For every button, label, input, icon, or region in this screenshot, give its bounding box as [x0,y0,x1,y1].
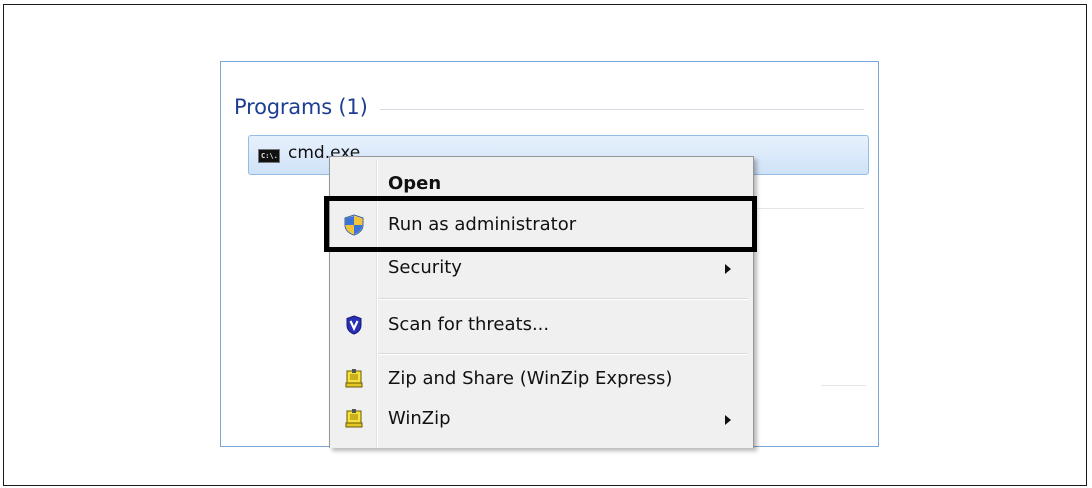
winzip-icon [345,409,363,428]
menu-item-scan-for-threats[interactable]: Scan for threats... [332,305,750,345]
menu-item-label: Security [388,257,462,278]
antivirus-shield-icon [346,315,362,335]
programs-heading: Programs (1) [234,95,368,119]
menu-separator [378,353,748,355]
menu-item-winzip[interactable]: WinZip [332,399,750,439]
menu-item-label: Open [388,173,442,194]
cmd-icon: C:\. [258,149,280,163]
annotation-highlight-box [324,196,757,252]
menu-item-zip-and-share[interactable]: Zip and Share (WinZip Express) [332,359,750,399]
heading-divider [379,108,864,110]
submenu-arrow-icon [725,264,731,274]
programs-group-header: Programs (1) [234,90,864,124]
winzip-icon [345,369,363,388]
menu-item-label: Zip and Share (WinZip Express) [388,368,673,389]
submenu-arrow-icon [725,415,731,425]
menu-item-security[interactable]: Security [332,248,750,288]
menu-item-label: WinZip [388,408,451,429]
menu-item-label: Scan for threats... [388,314,550,335]
background-divider [821,385,866,386]
menu-separator [378,298,748,300]
background-divider [756,208,864,209]
